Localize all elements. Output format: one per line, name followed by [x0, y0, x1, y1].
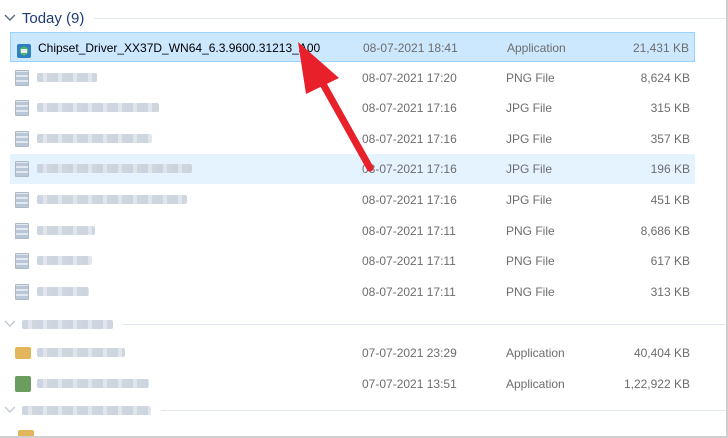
file-explorer-list: Today (9) Chipset_Driver_XX37D_WN64_6.3.…: [0, 0, 728, 438]
annotation-arrow: [298, 42, 374, 172]
